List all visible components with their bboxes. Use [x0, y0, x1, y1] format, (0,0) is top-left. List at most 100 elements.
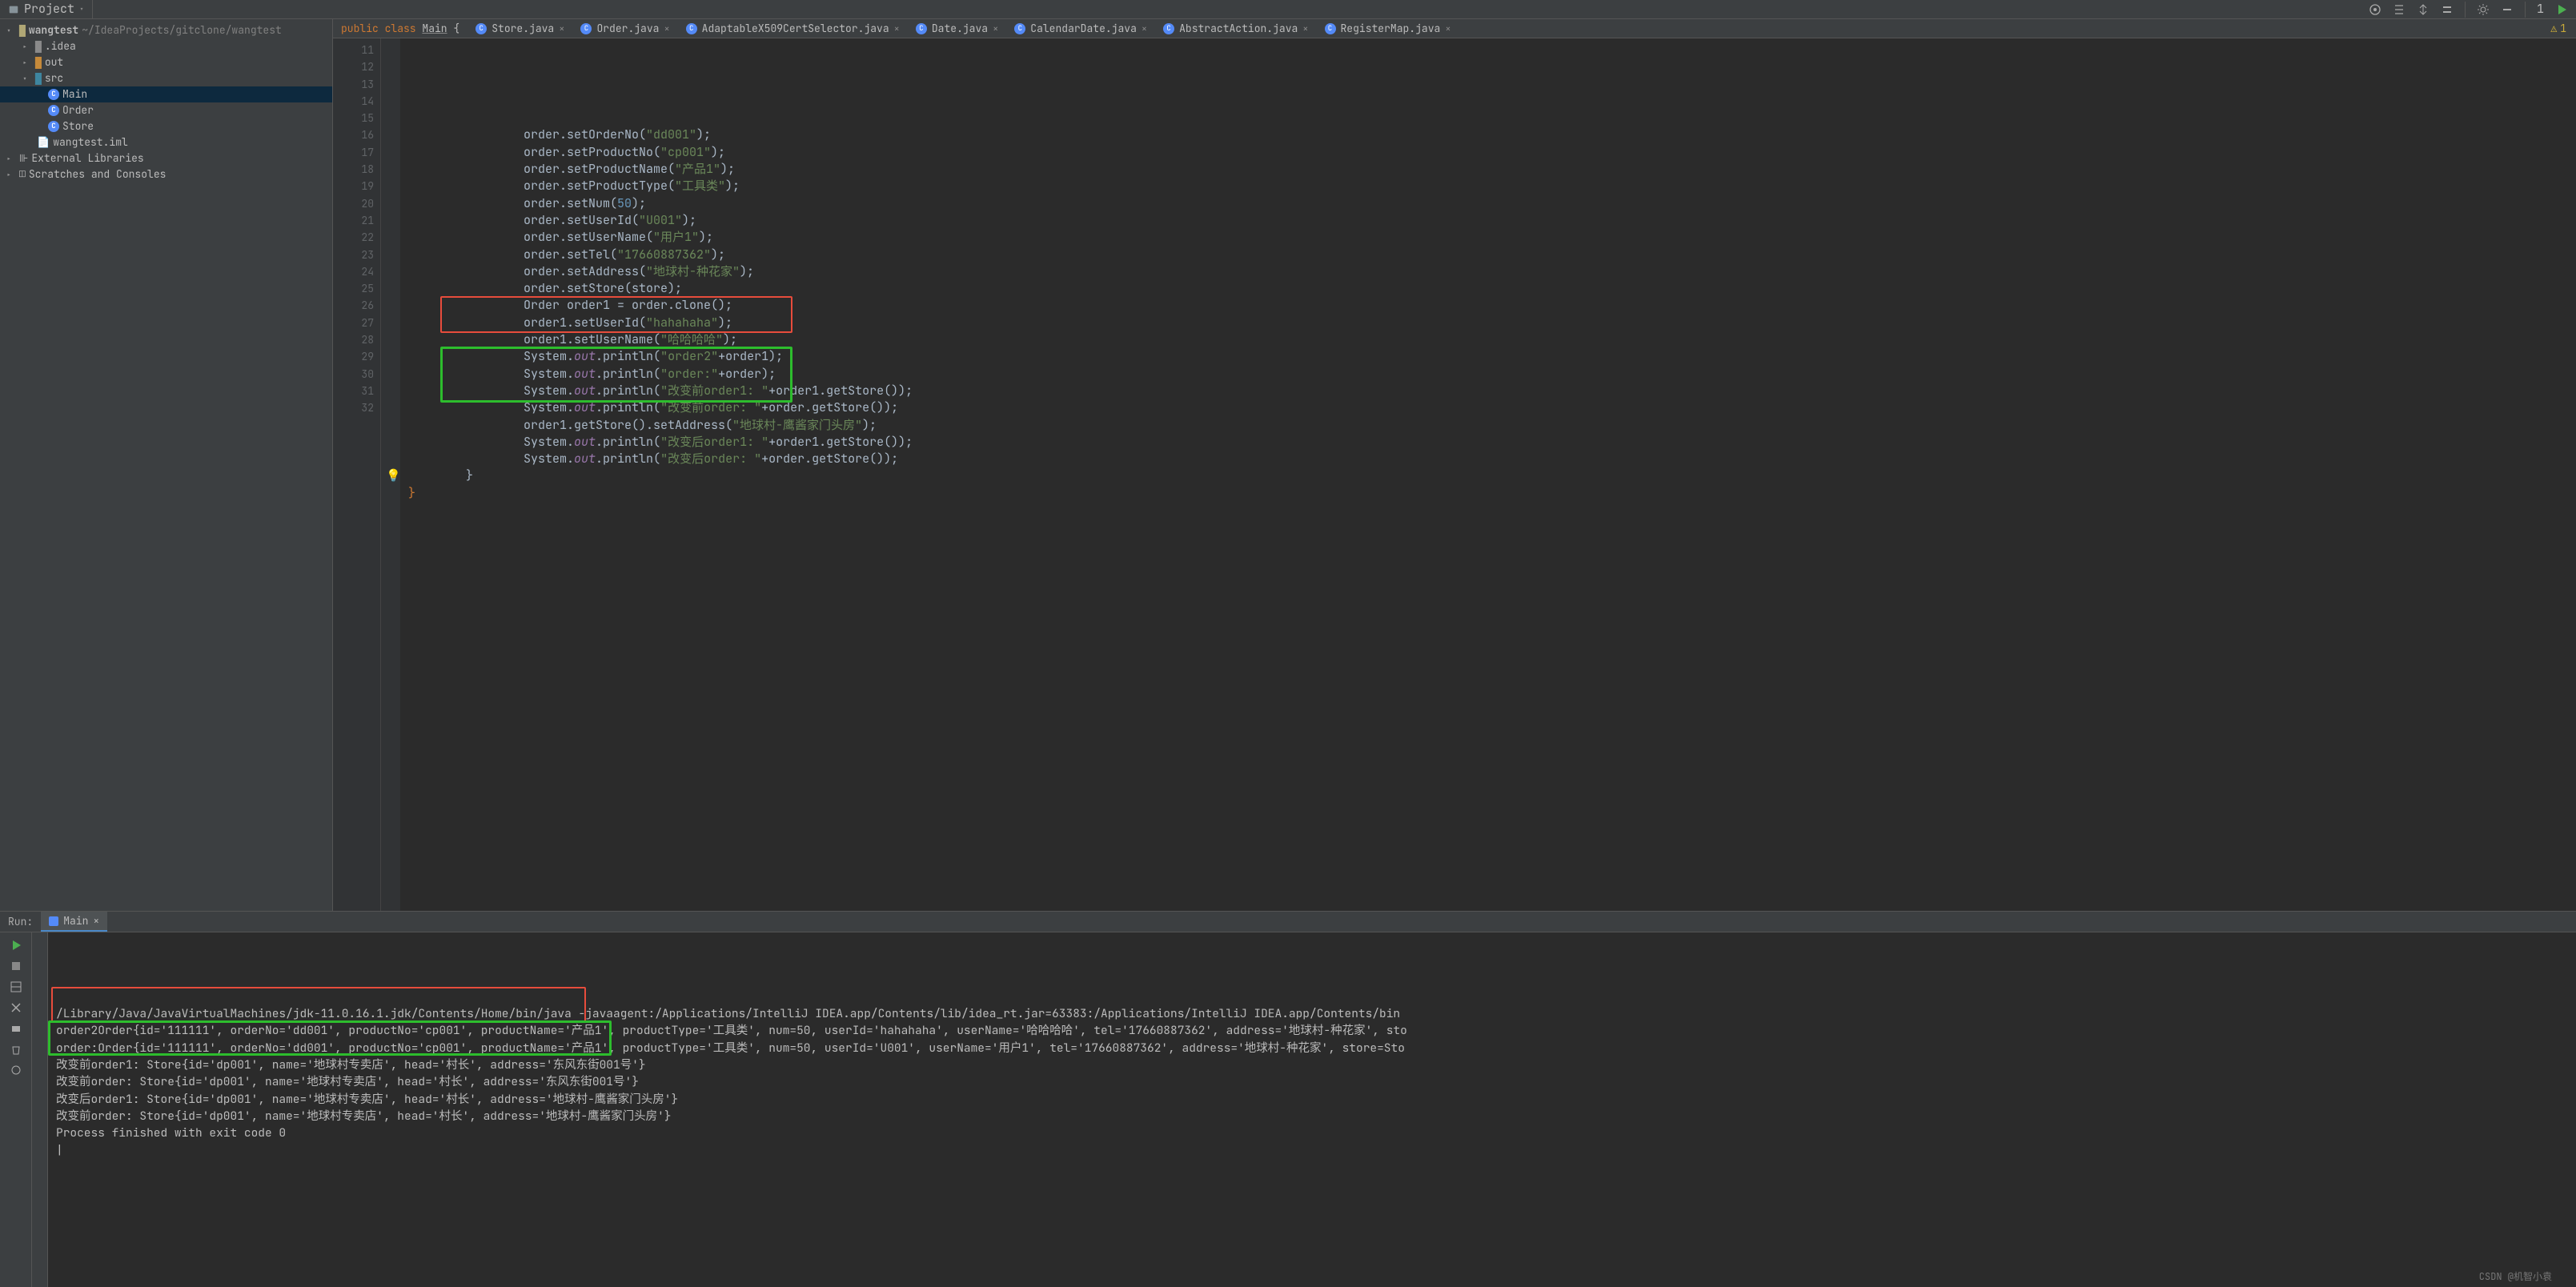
close-icon[interactable]: ×	[664, 22, 669, 36]
tree-iml[interactable]: 📄wangtest.iml	[0, 134, 332, 150]
problems-indicator[interactable]: ⚠ 1	[2541, 21, 2576, 37]
highlight-red	[440, 296, 792, 333]
editor-tabs: CStore.java×COrder.java×CAdaptableX509Ce…	[467, 21, 2541, 37]
console-line: 改变前order1: Store{id='dp001', name='地球村专卖…	[56, 1056, 2568, 1073]
class-icon: C	[1014, 23, 1025, 34]
top-toolbar: Project ▾ 1	[0, 0, 2576, 19]
line-number: 18	[333, 161, 374, 178]
line-number: 32	[333, 399, 374, 416]
breadcrumb-kw: public class	[341, 22, 422, 35]
run-config-icon	[49, 916, 58, 926]
code-line: order.setUserId("U001");	[408, 212, 2576, 229]
folder-icon: ▇	[35, 54, 42, 70]
layout-icon[interactable]	[10, 980, 22, 993]
expand-icon[interactable]	[2417, 3, 2430, 16]
project-tree[interactable]: ▾ ▇ wangtest ~/IdeaProjects/gitclone/wan…	[0, 19, 333, 911]
class-icon: C	[686, 23, 697, 34]
close-icon[interactable]: ×	[894, 22, 900, 36]
editor-tab[interactable]: CStore.java×	[467, 21, 572, 37]
tree-label: Main	[62, 86, 87, 102]
tree-store[interactable]: CStore	[0, 118, 332, 134]
intention-bulb-icon[interactable]: 💡	[386, 467, 401, 484]
exit-icon[interactable]	[10, 1001, 22, 1014]
code-line: 💡 }	[408, 467, 2576, 484]
run-label: Run:	[0, 914, 41, 930]
class-icon: C	[916, 23, 927, 34]
tree-ext-libs[interactable]: ▸⊪External Libraries	[0, 150, 332, 166]
code-content[interactable]: order.setOrderNo("dd001"); order.setProd…	[400, 38, 2576, 911]
hide-icon[interactable]	[2501, 3, 2514, 16]
tree-scratches[interactable]: ▸◫Scratches and Consoles	[0, 166, 332, 182]
tree-out[interactable]: ▸▇out	[0, 54, 332, 70]
tab-label: Order.java	[596, 21, 659, 37]
folder-icon: ▇	[19, 22, 26, 38]
tree-idea[interactable]: ▸▇.idea	[0, 38, 332, 54]
console-line: |	[56, 1142, 2568, 1159]
breadcrumb-brace: {	[447, 22, 460, 35]
close-icon[interactable]: ×	[1142, 22, 1147, 36]
trash-icon[interactable]	[10, 1043, 22, 1056]
tree-label: src	[45, 70, 63, 86]
tree-label: out	[45, 54, 63, 70]
folder-icon: ▇	[35, 38, 42, 54]
tree-label: External Libraries	[31, 150, 143, 166]
tree-label: Order	[62, 102, 94, 118]
chevron-down-icon: ▾	[22, 73, 32, 85]
stop-icon[interactable]	[10, 960, 22, 972]
chevron-down-icon: ▾	[6, 25, 16, 37]
editor-tab[interactable]: COrder.java×	[572, 21, 677, 37]
print-icon[interactable]	[10, 1022, 22, 1035]
line-number: 12	[333, 58, 374, 75]
wrench-icon[interactable]	[10, 1064, 22, 1077]
run-icon[interactable]	[2555, 3, 2568, 16]
editor-tab[interactable]: CCalendarDate.java×	[1006, 21, 1155, 37]
collapse-all-icon[interactable]	[2441, 3, 2454, 16]
warning-icon: ⚠	[2550, 21, 2557, 37]
class-icon: C	[475, 23, 487, 34]
target-icon[interactable]	[2369, 3, 2381, 16]
line-number: 30	[333, 366, 374, 383]
code-line: order.setUserName("用户1");	[408, 229, 2576, 246]
gear-icon[interactable]	[2477, 3, 2490, 16]
close-icon[interactable]: ×	[1302, 22, 1308, 36]
editor-tab[interactable]: CAdaptableX509CertSelector.java×	[678, 21, 908, 37]
console-highlight-green	[48, 1020, 612, 1056]
tree-label: Scratches and Consoles	[29, 166, 167, 182]
class-icon: C	[1325, 23, 1336, 34]
tree-order[interactable]: COrder	[0, 102, 332, 118]
close-icon[interactable]: ×	[559, 22, 564, 36]
line-number: 17	[333, 144, 374, 161]
console-output[interactable]: /Library/Java/JavaVirtualMachines/jdk-11…	[48, 932, 2576, 1287]
code-editor[interactable]: 1112131415161718192021222324252627282930…	[333, 38, 2576, 911]
rerun-icon[interactable]	[10, 939, 22, 952]
tree-src[interactable]: ▾▇src	[0, 70, 332, 86]
code-line: order.setProductType("工具类");	[408, 178, 2576, 194]
line-number: 27	[333, 315, 374, 331]
console-line: 改变前order: Store{id='dp001', name='地球村专卖店…	[56, 1073, 2568, 1090]
close-icon[interactable]: ×	[1445, 22, 1451, 36]
run-tab-label: Main	[63, 913, 88, 929]
close-icon[interactable]: ×	[993, 22, 998, 36]
editor-tab[interactable]: CAbstractAction.java×	[1155, 21, 1316, 37]
tree-label: wangtest.iml	[53, 134, 128, 150]
project-tool-label[interactable]: Project ▾	[0, 0, 93, 18]
tree-root[interactable]: ▾ ▇ wangtest ~/IdeaProjects/gitclone/wan…	[0, 22, 332, 38]
tree-main[interactable]: CMain	[0, 86, 332, 102]
tab-label: AbstractAction.java	[1179, 21, 1298, 37]
code-line: System.out.println("改变后order: "+order.ge…	[408, 451, 2576, 467]
line-number: 20	[333, 195, 374, 212]
code-line: }	[408, 485, 2576, 502]
close-icon[interactable]: ×	[93, 913, 99, 929]
console-line: 改变前order: Store{id='dp001', name='地球村专卖店…	[56, 1108, 2568, 1125]
chevron-right-icon: ▸	[22, 57, 32, 69]
src-folder-icon: ▇	[35, 70, 42, 86]
editor-tab[interactable]: CRegisterMap.java×	[1317, 21, 1459, 37]
flatten-icon[interactable]	[2393, 3, 2405, 16]
code-line: System.out.println("改变后order1: "+order1.…	[408, 434, 2576, 451]
breadcrumb-row: public class Main { CStore.java×COrder.j…	[333, 19, 2576, 38]
class-icon: C	[48, 105, 59, 116]
line-number: 16	[333, 126, 374, 143]
editor-tab[interactable]: CDate.java×	[908, 21, 1006, 37]
run-tab-main[interactable]: Main ×	[41, 912, 107, 932]
class-icon: C	[48, 89, 59, 100]
